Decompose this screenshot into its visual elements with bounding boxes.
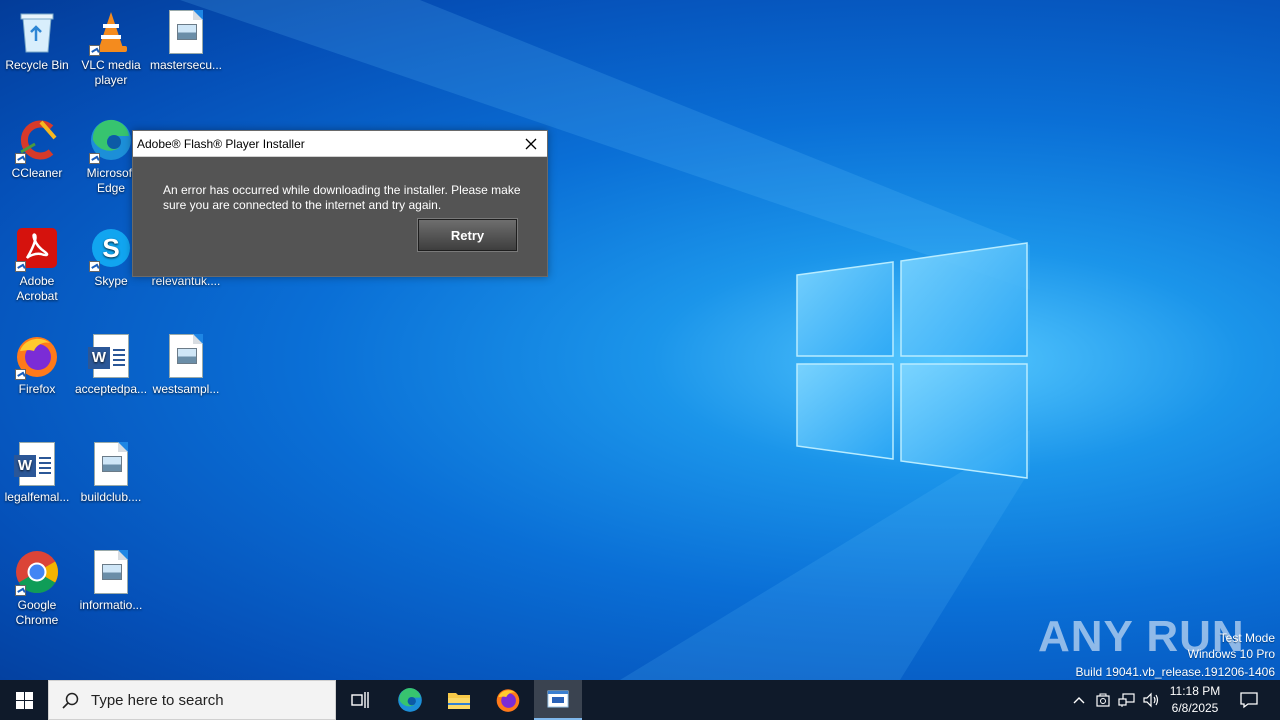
task-view-icon [351, 692, 369, 708]
shortcut-arrow-icon [15, 153, 26, 164]
desktop-icon-ccleaner[interactable]: CCleaner [0, 116, 74, 181]
desktop-icon-google-chrome[interactable]: Google Chrome [0, 548, 74, 628]
skype-icon: S [87, 224, 135, 272]
firefox-icon [13, 332, 61, 380]
desktop-icon-vlc[interactable]: VLC media player [74, 8, 148, 88]
image-file-icon [162, 8, 210, 56]
flash-installer-dialog: Adobe® Flash® Player Installer An error … [132, 130, 548, 277]
desktop-icon-label: Firefox [18, 382, 56, 396]
chrome-icon [13, 548, 61, 596]
task-view-button[interactable] [336, 680, 384, 720]
desktop-icon-label: Adobe Acrobat [16, 274, 58, 303]
desktop-icon-legalfemal[interactable]: W legalfemal... [0, 440, 74, 505]
shortcut-arrow-icon [89, 45, 100, 56]
recycle-bin-icon [13, 8, 61, 56]
speaker-icon [1143, 692, 1159, 708]
shortcut-arrow-icon [15, 369, 26, 380]
desktop-icon-label: mastersecu... [149, 58, 223, 72]
search-placeholder: Type here to search [91, 691, 224, 709]
test-mode-label: Test Mode [1219, 631, 1275, 645]
desktop-icon-mastersecu[interactable]: mastersecu... [149, 8, 223, 73]
word-document-icon: W [87, 332, 135, 380]
desktop-icon-informatio[interactable]: informatio... [74, 548, 148, 613]
start-button[interactable] [0, 680, 48, 720]
device-icon [1096, 693, 1110, 707]
notification-icon [1240, 692, 1258, 709]
network-icon [1118, 693, 1135, 707]
word-document-icon: W [13, 440, 61, 488]
desktop-icon-westsampl[interactable]: westsampl... [149, 332, 223, 397]
ccleaner-icon [13, 116, 61, 164]
desktop-icon-label: acceptedpa... [74, 382, 148, 396]
installer-window-icon [547, 690, 569, 708]
shortcut-arrow-icon [15, 585, 26, 596]
search-icon [62, 692, 79, 709]
firefox-icon [496, 689, 520, 712]
shortcut-arrow-icon [89, 153, 100, 164]
shortcut-arrow-icon [89, 261, 100, 272]
windows-logo-icon [15, 691, 33, 709]
error-message: An error has occurred while downloading … [163, 183, 521, 212]
taskbar: Type here to search 11:18 PM 6/8/2025 [0, 680, 1280, 720]
desktop-icon-label: informatio... [79, 598, 143, 612]
desktop-icon-label: Recycle Bin [5, 58, 69, 72]
close-icon [525, 138, 537, 149]
tray-app-button[interactable] [1092, 680, 1114, 720]
dialog-titlebar[interactable]: Adobe® Flash® Player Installer [133, 131, 547, 157]
taskbar-search-box[interactable]: Type here to search [48, 680, 336, 720]
desktop-icon-adobe-acrobat[interactable]: Adobe Acrobat [0, 224, 74, 304]
taskbar-edge-button[interactable] [386, 680, 434, 720]
clock-time: 11:18 PM [1169, 684, 1221, 698]
desktop-icon-acceptedpa[interactable]: W acceptedpa... [74, 332, 148, 397]
shortcut-arrow-icon [15, 261, 26, 272]
desktop-icon-recycle-bin[interactable]: Recycle Bin [0, 8, 74, 73]
action-center-button[interactable] [1234, 680, 1264, 720]
close-button[interactable] [515, 131, 547, 156]
edge-icon [87, 116, 135, 164]
edge-icon [398, 688, 422, 712]
vlc-cone-icon [87, 8, 135, 56]
image-file-icon [87, 548, 135, 596]
acrobat-icon [13, 224, 61, 272]
folder-icon [448, 693, 470, 709]
desktop-icon-buildclub[interactable]: buildclub.... [74, 440, 148, 505]
desktop-icon-label: buildclub.... [80, 490, 142, 504]
desktop-icon-label: legalfemal... [4, 490, 70, 504]
clock-date: 6/8/2025 [1171, 701, 1219, 715]
taskbar-flash-installer-button[interactable] [534, 680, 582, 720]
desktop-icon-label: Google Chrome [15, 598, 59, 627]
desktop-icon-label: CCleaner [11, 166, 63, 180]
build-label: Build 19041.vb_release.191206-1406 [1075, 665, 1276, 679]
volume-button[interactable] [1140, 680, 1162, 720]
taskbar-clock[interactable]: 11:18 PM 6/8/2025 [1160, 683, 1230, 717]
image-file-icon [87, 440, 135, 488]
taskbar-file-explorer-button[interactable] [435, 680, 483, 720]
desktop-icon-label: VLC media player [81, 58, 141, 87]
desktop-icon-firefox[interactable]: Firefox [0, 332, 74, 397]
network-button[interactable] [1116, 680, 1138, 720]
taskbar-firefox-button[interactable] [484, 680, 532, 720]
dialog-title: Adobe® Flash® Player Installer [137, 137, 305, 151]
image-file-icon [162, 332, 210, 380]
svg-text:S: S [102, 233, 119, 263]
show-hidden-icons-button[interactable] [1068, 680, 1090, 720]
desktop-icon-label: westsampl... [152, 382, 220, 396]
chevron-up-icon [1073, 697, 1085, 704]
windows-edition-label: Windows 10 Pro [1187, 647, 1275, 661]
retry-button[interactable]: Retry [417, 218, 518, 252]
